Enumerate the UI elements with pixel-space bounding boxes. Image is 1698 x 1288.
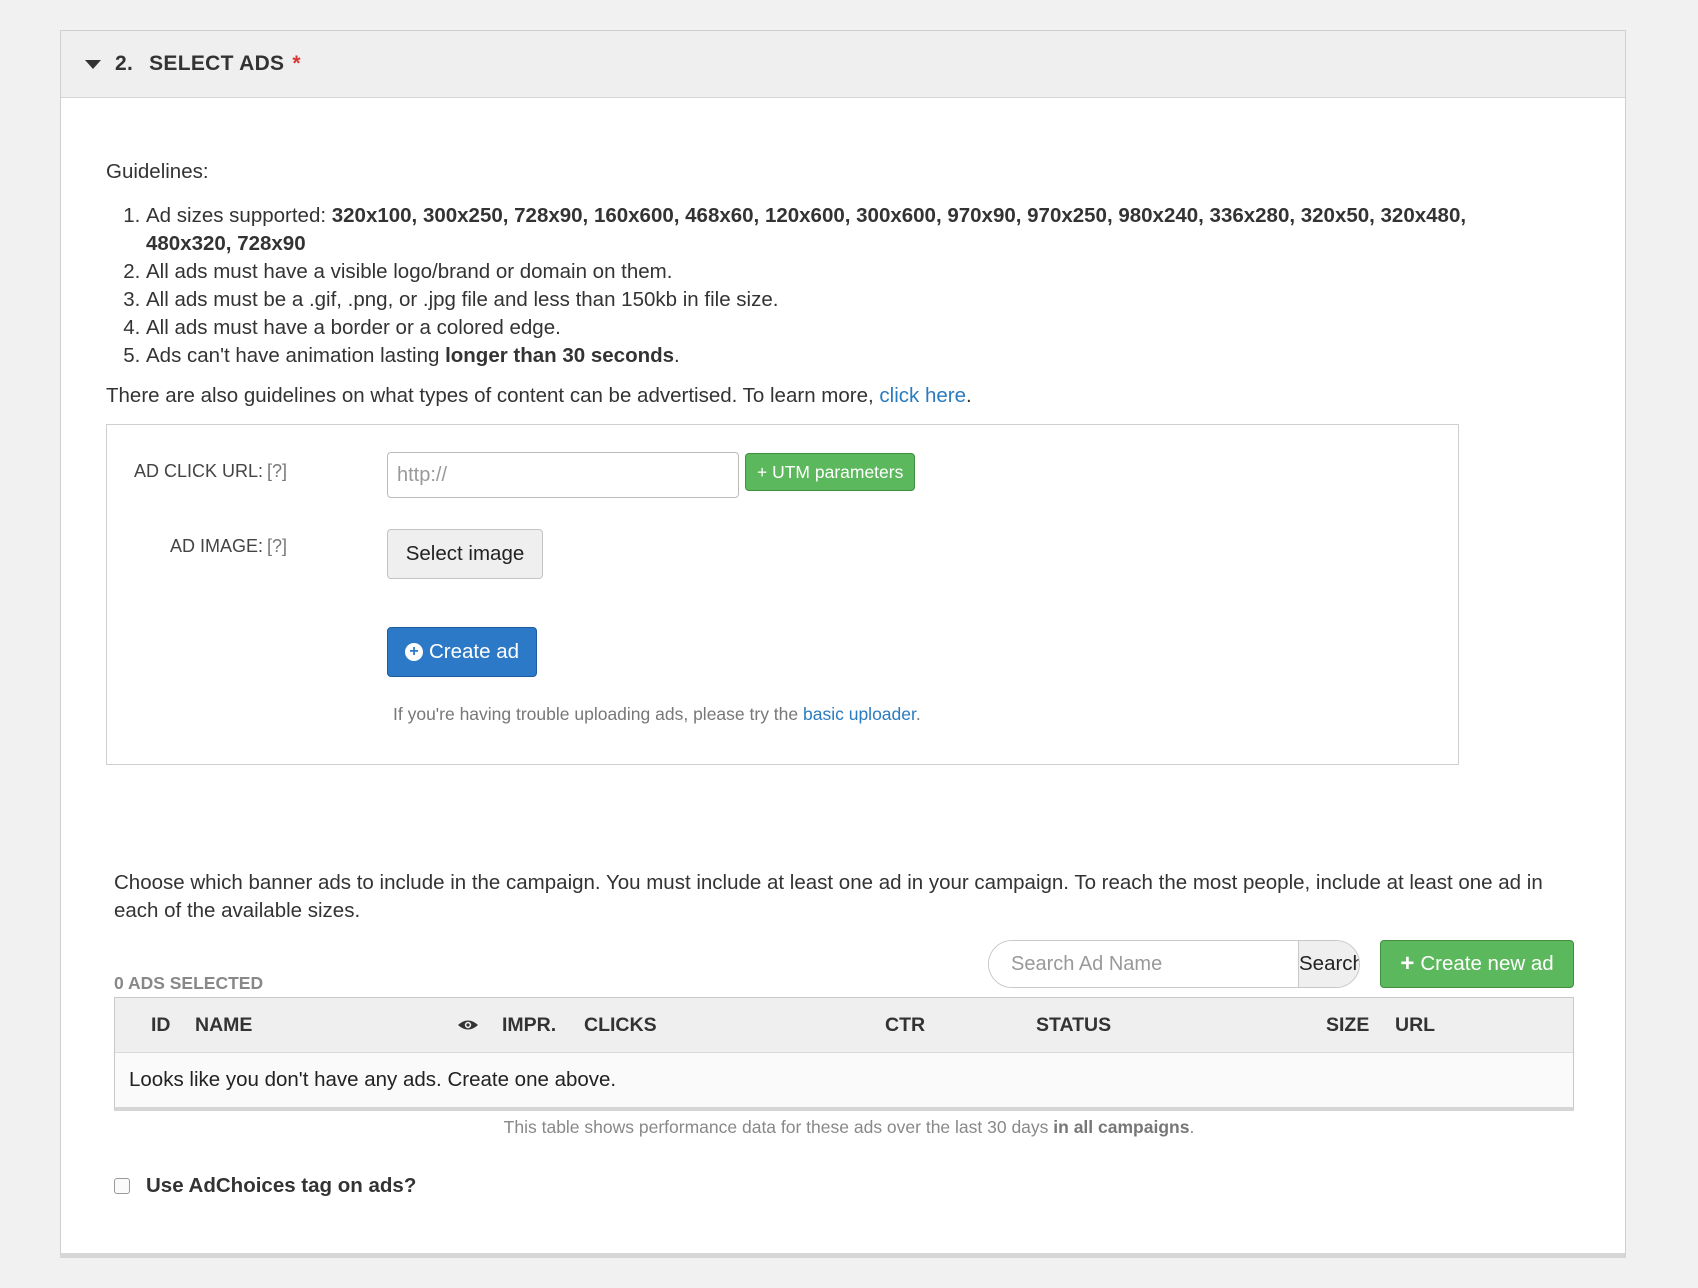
column-url[interactable]: URL — [1395, 1014, 1435, 1037]
ad-click-url-input[interactable] — [387, 452, 739, 498]
empty-table-message: Looks like you don't have any ads. Creat… — [129, 1068, 617, 1091]
search-ad-name-input[interactable] — [989, 941, 1298, 987]
click-here-link[interactable]: click here — [879, 384, 966, 407]
search-button[interactable]: Search — [1298, 941, 1359, 987]
guideline-item: Ad sizes supported: 320x100, 300x250, 72… — [146, 202, 1506, 258]
ads-table: ID NAME IMPR. CLICKS CTR STATUS SIZE URL… — [114, 997, 1574, 1111]
content-guidelines-note: There are also guidelines on what types … — [106, 384, 972, 407]
help-marker[interactable]: [?] — [267, 536, 287, 556]
guideline-item: All ads must have a visible logo/brand o… — [146, 258, 1506, 286]
create-ad-label: Create ad — [428, 640, 520, 663]
required-marker: * — [292, 52, 301, 75]
table-body: Looks like you don't have any ads. Creat… — [115, 1053, 1573, 1107]
eye-icon[interactable] — [457, 1019, 479, 1031]
column-impressions[interactable]: IMPR. — [502, 1014, 556, 1037]
plus-icon: + — [1400, 950, 1415, 977]
guidelines-block: Guidelines: Ad sizes supported: 320x100,… — [106, 158, 1506, 410]
guideline-item: All ads must be a .gif, .png, or .jpg fi… — [146, 286, 1506, 314]
create-new-ad-button[interactable]: + Create new ad — [1380, 940, 1574, 988]
guidelines-list: Ad sizes supported: 320x100, 300x250, 72… — [106, 202, 1506, 370]
trouble-uploading-note: If you're having trouble uploading ads, … — [393, 704, 921, 724]
column-id[interactable]: ID — [151, 1014, 171, 1037]
create-ad-button[interactable]: + Create ad — [387, 627, 537, 677]
choose-ads-instructions: Choose which banner ads to include in th… — [114, 871, 1543, 922]
ad-click-url-label: AD CLICK URL: [?] — [133, 461, 287, 481]
select-image-button[interactable]: Select image — [387, 529, 543, 579]
ad-image-label: AD IMAGE: [?] — [169, 536, 287, 556]
section-title: SELECT ADS — [149, 52, 285, 75]
performance-note: This table shows performance data for th… — [503, 1117, 1195, 1137]
utm-parameters-button[interactable]: + UTM parameters — [745, 453, 916, 491]
guideline-item: Ads can't have animation lasting longer … — [146, 342, 1506, 370]
adchoices-checkbox[interactable] — [114, 1178, 130, 1194]
section-header[interactable]: 2. SELECT ADS * — [61, 31, 1625, 98]
caret-down-icon[interactable] — [85, 59, 101, 69]
step-number: 2. — [115, 52, 134, 75]
adchoices-option[interactable]: Use AdChoices tag on ads? — [114, 1174, 416, 1198]
column-name[interactable]: NAME — [195, 1014, 252, 1037]
column-size[interactable]: SIZE — [1326, 1014, 1369, 1037]
table-header: ID NAME IMPR. CLICKS CTR STATUS SIZE URL — [115, 998, 1573, 1053]
adchoices-label[interactable]: Use AdChoices tag on ads? — [146, 1174, 416, 1198]
column-ctr[interactable]: CTR — [885, 1014, 925, 1037]
column-clicks[interactable]: CLICKS — [584, 1014, 657, 1037]
ads-selected-count: 0 ADS SELECTED — [114, 973, 264, 993]
create-ad-form: AD CLICK URL:[?] + UTM parameters AD IMA… — [106, 424, 1459, 765]
create-new-ad-label: Create new ad — [1420, 952, 1554, 975]
help-marker[interactable]: [?] — [267, 461, 287, 481]
guideline-item: All ads must have a border or a colored … — [146, 314, 1506, 342]
ad-search-group: Search — [988, 940, 1360, 988]
column-status[interactable]: STATUS — [1036, 1014, 1111, 1037]
basic-uploader-link[interactable]: basic uploader — [803, 704, 916, 724]
plus-circle-icon: + — [404, 643, 423, 661]
guidelines-heading: Guidelines: — [106, 160, 209, 183]
